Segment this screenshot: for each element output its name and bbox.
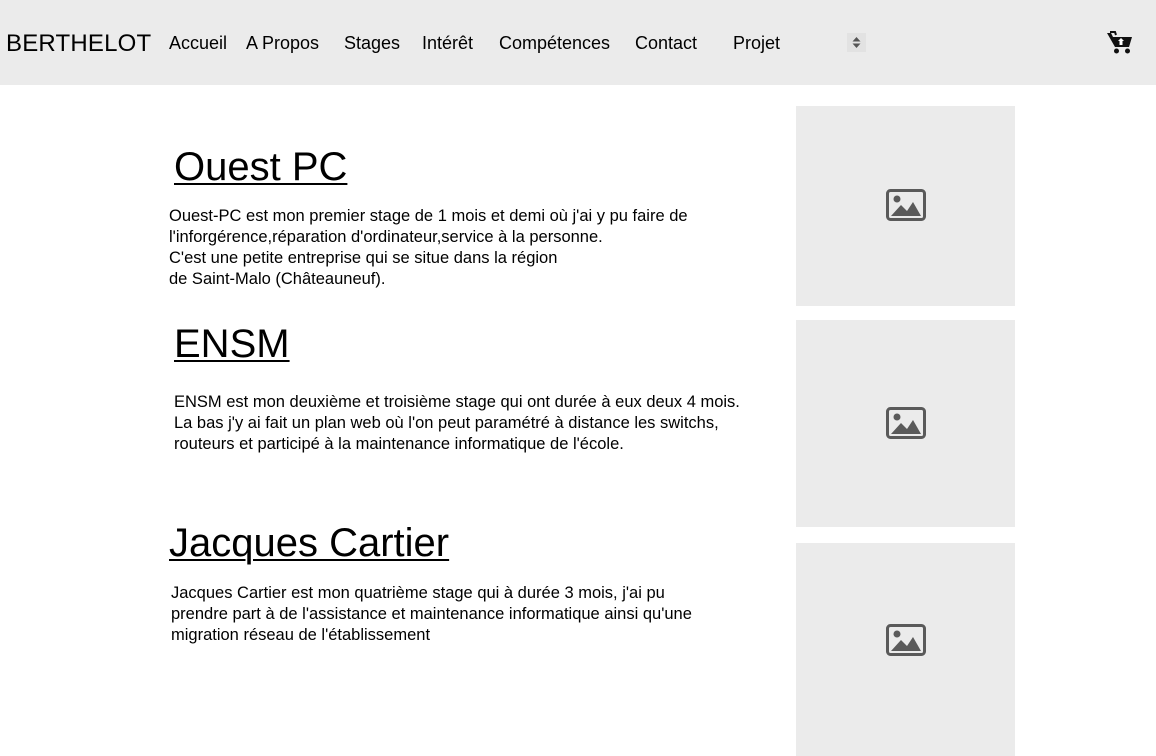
section-title-jacques-cartier: Jacques Cartier [169, 521, 450, 565]
image-placeholder-ouest-pc [796, 106, 1015, 306]
top-navbar: BERTHELOT Accueil A Propos Stages Intérê… [0, 0, 1156, 85]
image-placeholder-ensm [796, 320, 1015, 527]
image-placeholder-icon [886, 624, 926, 656]
sort-arrows-icon[interactable] [847, 33, 866, 52]
text-line: l'inforgérence,réparation d'ordinateur,s… [169, 228, 603, 246]
brand-name[interactable]: BERTHELOT [6, 30, 151, 58]
text-line: Ouest-PC est mon premier stage de 1 mois… [169, 207, 688, 225]
section-text-ouest-pc: Ouest-PC est mon premier stage de 1 mois… [169, 206, 688, 290]
nav-competences[interactable]: Compétences [499, 33, 610, 53]
text-line: migration réseau de l'établissement [171, 626, 431, 644]
text-line: Jacques Cartier est mon quatrième stage … [171, 584, 665, 602]
image-placeholder-jacques-cartier [796, 543, 1015, 756]
text-line: La bas j'y ai fait un plan web où l'on p… [174, 414, 719, 432]
text-line: routeurs et participé à la maintenance i… [174, 435, 624, 453]
nav-interet[interactable]: Intérêt [422, 33, 473, 53]
section-text-ensm: ENSM est mon deuxième et troisième stage… [174, 392, 740, 455]
text-line: C'est une petite entreprise qui se situe… [169, 249, 558, 267]
nav-contact[interactable]: Contact [635, 33, 697, 53]
section-title-ouest-pc: Ouest PC [174, 145, 348, 189]
text-line: ENSM est mon deuxième et troisième stage… [174, 393, 740, 411]
nav-stages[interactable]: Stages [344, 33, 400, 53]
nav-accueil[interactable]: Accueil [169, 33, 227, 53]
image-placeholder-icon [886, 189, 926, 221]
nav-projet[interactable]: Projet [733, 33, 780, 53]
section-text-jacques-cartier: Jacques Cartier est mon quatrième stage … [171, 583, 692, 646]
text-line: prendre part à de l'assistance et mainte… [171, 605, 692, 623]
cart-icon[interactable] [1106, 30, 1134, 56]
text-line: de Saint-Malo (Châteauneuf). [169, 270, 386, 288]
image-placeholder-icon [886, 407, 926, 439]
nav-a-propos[interactable]: A Propos [246, 33, 319, 53]
section-title-ensm: ENSM [174, 322, 290, 366]
